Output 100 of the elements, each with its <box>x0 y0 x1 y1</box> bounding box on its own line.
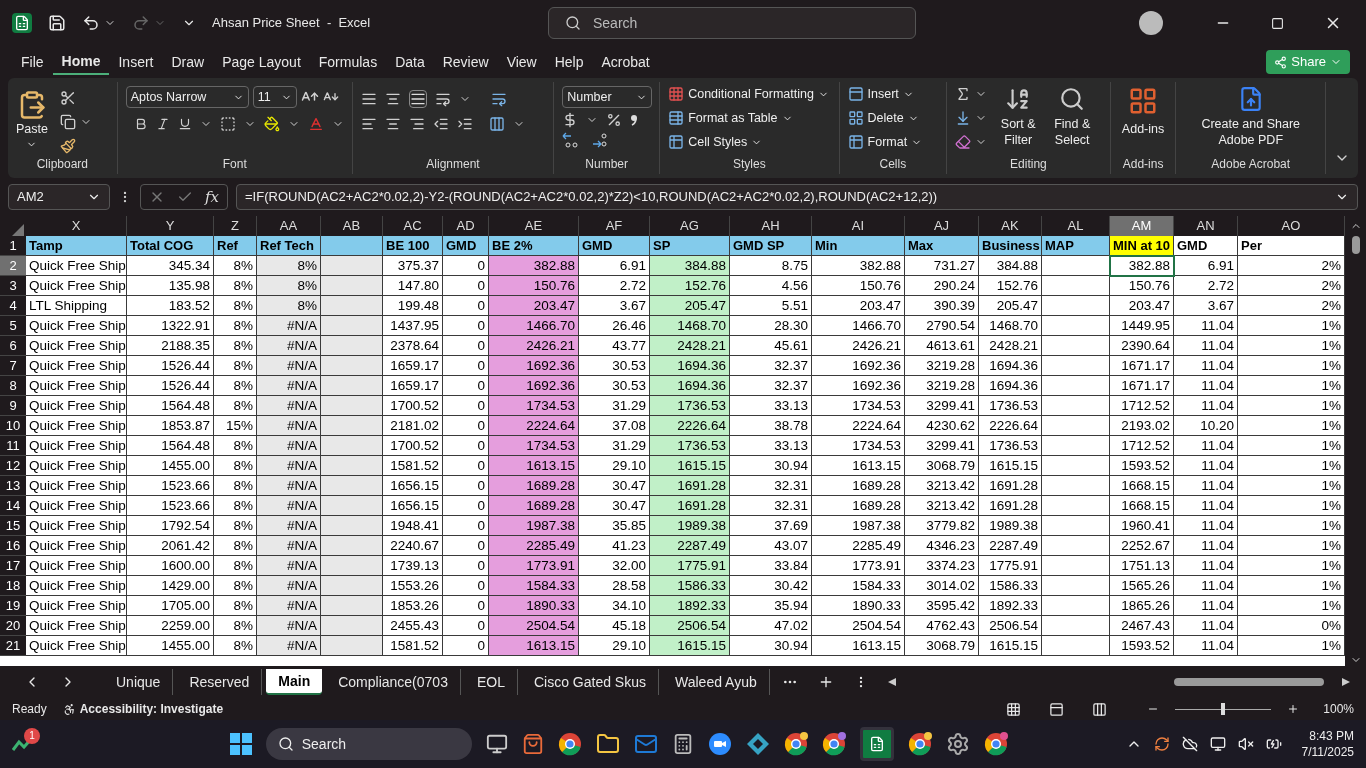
ribbon-tab[interactable]: File <box>12 49 53 75</box>
display-icon[interactable] <box>1209 736 1226 752</box>
page-break-icon[interactable] <box>1092 701 1108 717</box>
save-icon[interactable] <box>48 14 66 32</box>
sync-icon[interactable] <box>1153 736 1170 752</box>
row-number[interactable]: 19 <box>0 596 26 616</box>
editing-button[interactable]: Find & Select <box>1049 82 1096 154</box>
clock-date[interactable]: 7/11/2025 <box>1301 744 1354 760</box>
borders-icon[interactable] <box>219 116 236 132</box>
formula-field[interactable]: =IF(ROUND(AC2+AC2*0.02,2)-Y2-(ROUND(AC2+AC2*0.02,2)*Z2)<10,ROUND(AC2+AC2*0.02,2),ROUND(AC2+12,2)) <box>236 184 1358 210</box>
settings-icon[interactable] <box>945 732 970 756</box>
row-number[interactable]: 9 <box>0 396 26 416</box>
add-ins-button[interactable]: Add-ins <box>1118 82 1168 154</box>
battery-icon[interactable] <box>1265 736 1282 752</box>
active-cell[interactable]: 382.88 <box>1110 256 1174 276</box>
font-color-icon[interactable] <box>307 116 324 132</box>
wrap-text-icon[interactable] <box>490 91 507 107</box>
browser-icon[interactable] <box>983 732 1008 756</box>
row-number[interactable]: 3 <box>0 276 26 296</box>
row-number[interactable]: 8 <box>0 376 26 396</box>
column-header[interactable]: AM <box>1110 216 1174 238</box>
increase-indent-icon[interactable] <box>456 116 473 132</box>
decrease-indent-icon[interactable] <box>432 116 449 132</box>
diamond-app-icon[interactable] <box>745 732 770 756</box>
zoom-slider[interactable] <box>1175 702 1272 716</box>
row-number[interactable]: 4 <box>0 296 26 316</box>
row-number[interactable]: 1 <box>0 236 26 256</box>
browser-icon[interactable] <box>557 732 582 756</box>
ribbon-tab[interactable]: Formulas <box>309 49 387 75</box>
editing-button[interactable]: Sort & Filter <box>995 82 1042 154</box>
italic-icon[interactable] <box>155 117 170 131</box>
normal-view-icon[interactable] <box>1006 701 1022 717</box>
ribbon-tab[interactable]: View <box>497 49 546 75</box>
comma-style-icon[interactable] <box>630 114 639 126</box>
align-bottom-icon[interactable] <box>408 90 427 108</box>
cloud-off-icon[interactable] <box>1181 736 1198 752</box>
row-number[interactable]: 12 <box>0 456 26 476</box>
styles-button[interactable]: Format as Table <box>668 106 829 130</box>
browser-icon[interactable] <box>783 732 808 756</box>
mute-icon[interactable] <box>1237 736 1254 752</box>
ribbon-tab[interactable]: Acrobat <box>592 49 659 75</box>
row-number[interactable]: 2 <box>0 256 26 276</box>
sheet-tab[interactable]: Compliance(0703 <box>326 669 461 695</box>
accessibility-button[interactable]: Accessibility: Investigate <box>62 700 224 718</box>
align-right-icon[interactable] <box>408 116 425 132</box>
row-number[interactable]: 10 <box>0 416 26 436</box>
row-number[interactable]: 20 <box>0 616 26 636</box>
align-center-icon[interactable] <box>384 116 401 132</box>
sheet-tab[interactable]: EOL <box>464 669 518 695</box>
row-number[interactable]: 21 <box>0 636 26 656</box>
store-icon[interactable] <box>521 733 544 755</box>
create-pdf-button[interactable]: Create and Share Adobe PDF <box>1184 82 1317 154</box>
row-number[interactable]: 18 <box>0 576 26 596</box>
styles-button[interactable]: Conditional Formatting <box>668 82 829 106</box>
row-number[interactable]: 7 <box>0 356 26 376</box>
user-avatar[interactable] <box>1139 11 1163 35</box>
row-number[interactable]: 15 <box>0 516 26 536</box>
clear-icon[interactable] <box>955 134 972 150</box>
fill-color-icon[interactable] <box>263 116 280 132</box>
row-number[interactable]: 5 <box>0 316 26 336</box>
zoom-in-icon[interactable] <box>1287 703 1300 715</box>
merge-icon[interactable] <box>488 116 505 132</box>
increase-decimal-icon[interactable] <box>562 132 581 148</box>
number-format-dropdown[interactable]: Number <box>562 86 653 108</box>
ribbon-tab[interactable]: Insert <box>109 49 163 75</box>
row-number[interactable]: 14 <box>0 496 26 516</box>
ribbon-tab[interactable]: Help <box>545 49 593 75</box>
row-number[interactable]: 6 <box>0 336 26 356</box>
sheet-tab[interactable]: Waleed Ayub <box>663 669 770 695</box>
browser-icon[interactable] <box>907 732 932 756</box>
align-middle-icon[interactable] <box>384 91 401 107</box>
paste-button[interactable]: Paste <box>16 90 48 154</box>
browser-icon[interactable] <box>821 732 846 756</box>
clock-time[interactable]: 8:43 PM <box>1309 728 1354 744</box>
taskbar-search-field[interactable]: Search <box>265 728 472 760</box>
sheet-tab[interactable]: Unique <box>104 669 174 695</box>
row-number[interactable]: 13 <box>0 476 26 496</box>
undo-icon[interactable] <box>82 14 100 32</box>
mail-icon[interactable] <box>633 732 658 756</box>
cells-button[interactable]: Delete <box>847 106 923 130</box>
sheet-tab[interactable]: Main <box>266 669 323 695</box>
zoom-level[interactable]: 100% <box>1323 700 1354 718</box>
ribbon-tab[interactable]: Home <box>52 49 110 75</box>
underline-icon[interactable] <box>177 117 192 131</box>
cells-button[interactable]: Insert <box>847 82 923 106</box>
ribbon-tab[interactable]: Page Layout <box>213 49 310 75</box>
cells-button[interactable]: Format <box>847 130 923 154</box>
name-box[interactable]: AM2 <box>8 184 110 210</box>
folder-icon[interactable] <box>595 732 620 756</box>
cut-icon[interactable] <box>59 90 76 106</box>
align-top-icon[interactable] <box>360 91 377 107</box>
ribbon-tab[interactable]: Review <box>433 49 498 75</box>
row-number[interactable]: 17 <box>0 556 26 576</box>
styles-button[interactable]: Cell Styles <box>668 130 829 154</box>
start-icon[interactable] <box>229 733 252 755</box>
sheet-tab[interactable]: Cisco Gated Skus <box>521 669 659 695</box>
sheet-tab[interactable]: Reserved <box>177 669 263 695</box>
search-field[interactable]: Search <box>548 7 916 39</box>
row-number[interactable]: 11 <box>0 436 26 456</box>
copy-icon[interactable] <box>59 114 76 130</box>
